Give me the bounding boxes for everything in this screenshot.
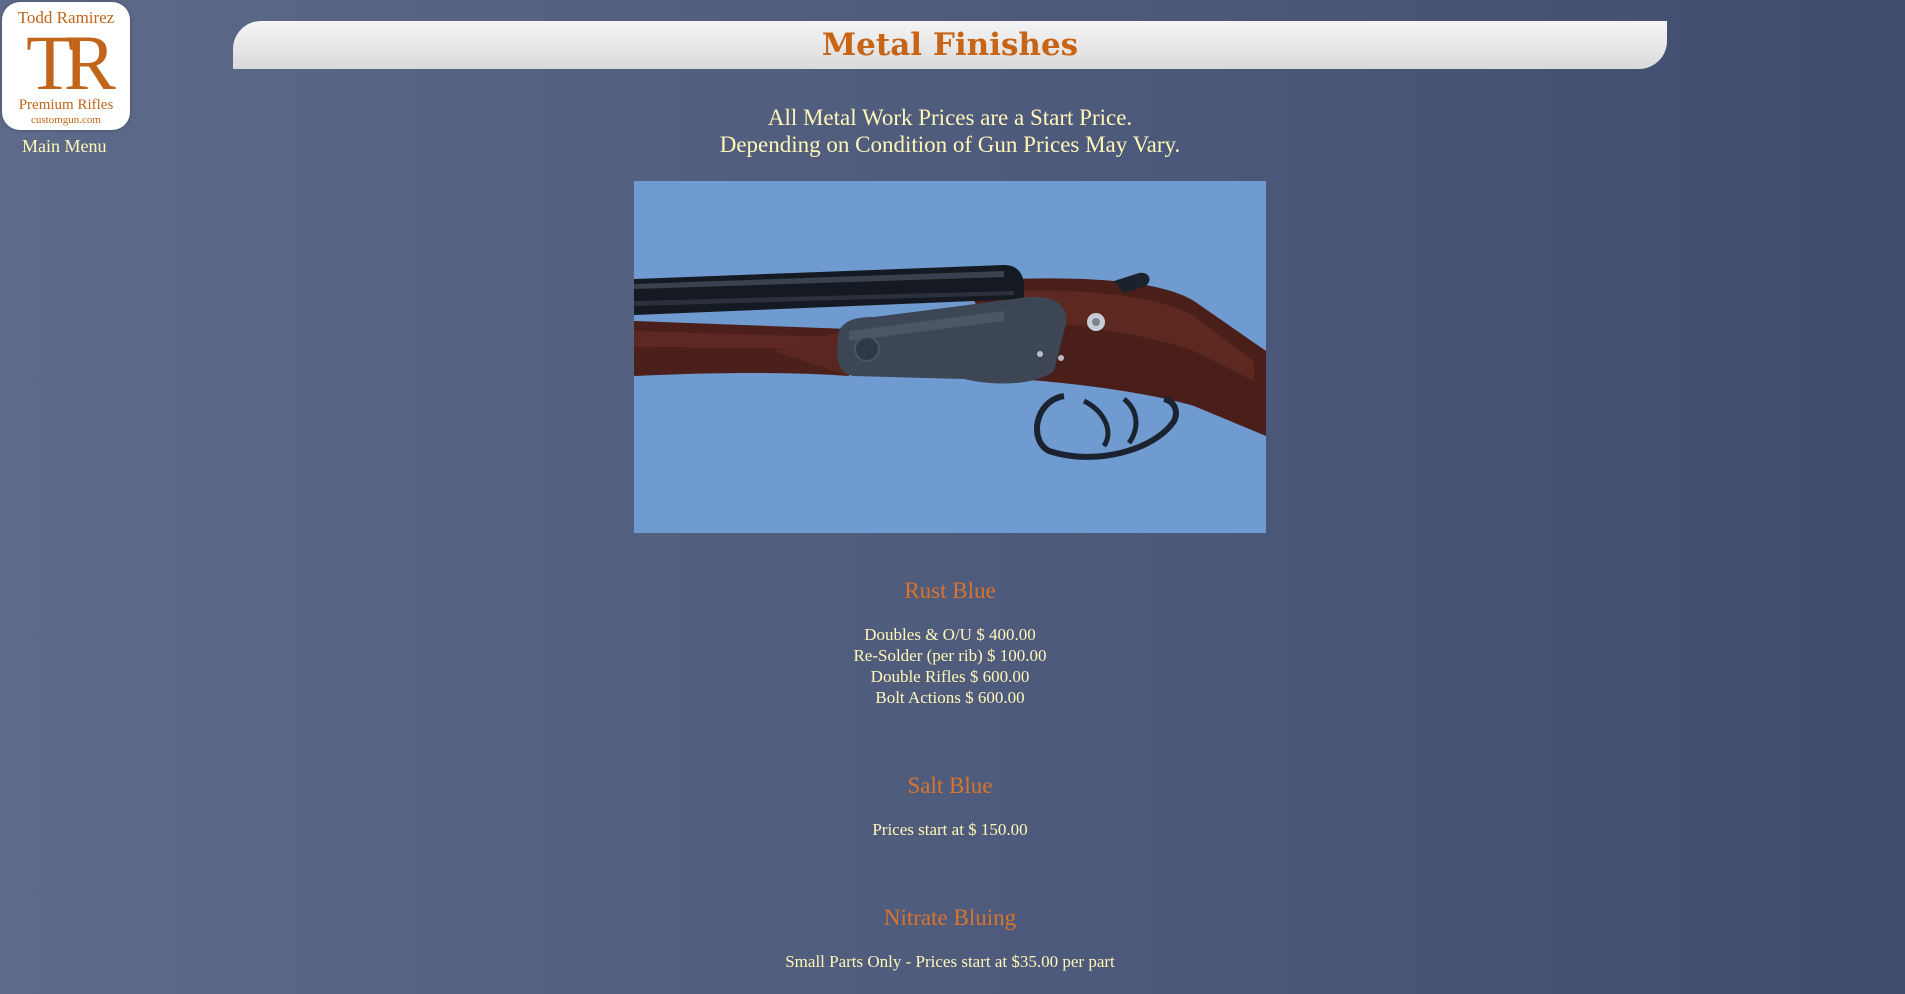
logo-monogram: TR [26, 19, 116, 106]
notice-line-2: Depending on Condition of Gun Prices May… [719, 132, 1181, 157]
logo-subtitle: Premium Rifles [18, 97, 114, 113]
page-title: Metal Finishes [821, 27, 1079, 63]
section-heading: Nitrate Bluing [883, 905, 1017, 930]
price-line: Bolt Actions $ 600.00 [875, 688, 1025, 707]
logo-site-url: customgun.com [31, 114, 101, 126]
price-line: Re-Solder (per rib) $ 100.00 [853, 646, 1047, 665]
notice-line-1: All Metal Work Prices are a Start Price. [767, 105, 1133, 130]
page-title-bar: Metal Finishes [233, 21, 1667, 69]
price-line: Double Rifles $ 600.00 [870, 667, 1030, 686]
main-menu-link[interactable]: Main Menu [22, 136, 107, 157]
section-salt-blue: Salt Blue Prices start at $ 150.00 [233, 773, 1667, 840]
price-line: Doubles & O/U $ 400.00 [864, 625, 1036, 644]
price-line: Small Parts Only - Prices start at $35.0… [785, 952, 1115, 971]
section-nitrate-bluing: Nitrate Bluing Small Parts Only - Prices… [233, 905, 1667, 972]
section-heading: Salt Blue [907, 773, 993, 798]
site-logo[interactable]: Todd Ramirez TR Premium Rifles customgun… [2, 2, 130, 130]
section-heading: Rust Blue [904, 578, 996, 603]
shotgun-image [634, 181, 1266, 533]
price-line: Prices start at $ 150.00 [872, 820, 1028, 839]
section-rust-blue: Rust Blue Doubles & O/U $ 400.00 Re-Sold… [233, 578, 1667, 708]
shotgun-photo [634, 181, 1266, 533]
price-notice: All Metal Work Prices are a Start Price.… [233, 104, 1667, 158]
